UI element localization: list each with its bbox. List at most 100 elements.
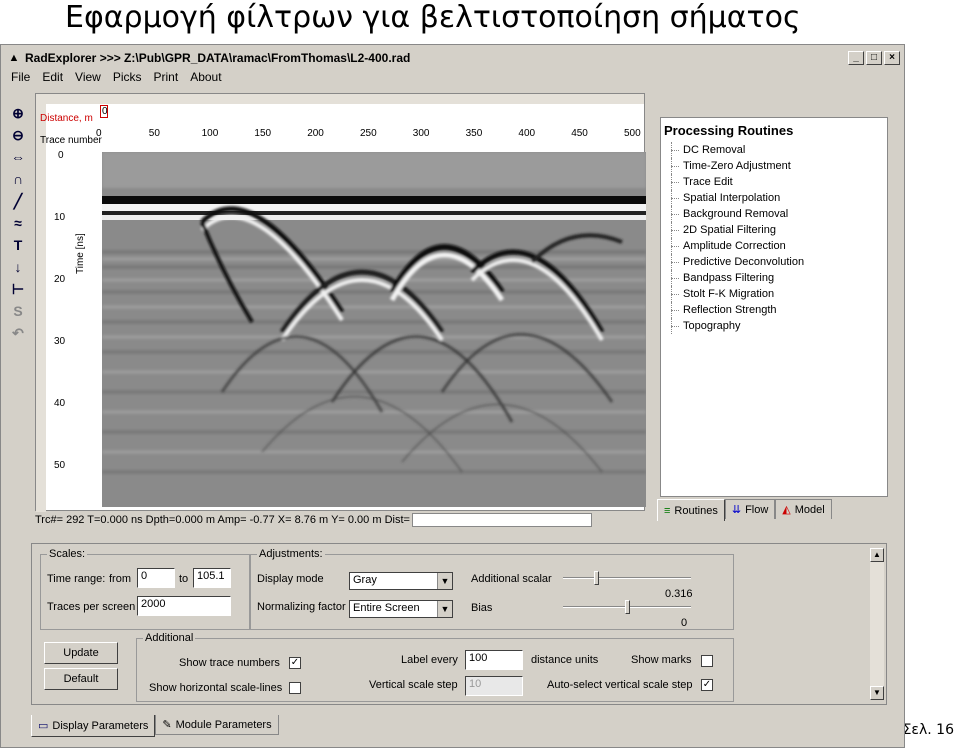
ruler-icon[interactable]: ⇔ — [7, 147, 29, 167]
routine-item[interactable]: Background Removal — [661, 206, 887, 222]
show-trace-numbers-checkbox[interactable]: ✓ — [289, 657, 301, 669]
traces-per-screen-input[interactable]: 2000 — [137, 596, 231, 616]
pick-icon[interactable]: ↓ — [7, 257, 29, 277]
y-tick-label: 30 — [54, 336, 66, 347]
bias-slider-thumb[interactable] — [625, 600, 630, 614]
routine-item[interactable]: Trace Edit — [661, 174, 887, 190]
text-icon[interactable]: T — [7, 235, 29, 255]
tab-model[interactable]: ◭ Model — [775, 499, 832, 519]
menu-view[interactable]: View — [69, 69, 107, 87]
auto-select-checkbox[interactable]: ✓ — [701, 679, 713, 691]
tab-display-parameters[interactable]: ▭ Display Parameters — [31, 715, 156, 737]
window-title: RadExplorer >>> Z:\Pub\GPR_DATA\ramac\Fr… — [25, 51, 411, 65]
zoom-in-icon[interactable]: ⊕ — [7, 103, 29, 123]
tab-flow-label: Flow — [745, 503, 769, 516]
vertical-scrollbar[interactable] — [36, 104, 46, 512]
radargram-svg — [102, 152, 646, 507]
normalizing-select[interactable]: Entire Screen ▼ — [349, 600, 453, 618]
panel-vertical-scrollbar[interactable]: ▲ ▼ — [870, 548, 884, 700]
x-tick-label: 250 — [360, 128, 377, 139]
bias-slider[interactable] — [563, 600, 691, 614]
routine-item[interactable]: Topography — [661, 318, 887, 334]
scalar-slider-track — [563, 577, 691, 579]
scalar-slider[interactable] — [563, 571, 691, 585]
label-every-input[interactable]: 100 — [465, 650, 523, 670]
scroll-up-icon[interactable]: ▲ — [870, 548, 884, 562]
routine-item[interactable]: 2D Spatial Filtering — [661, 222, 887, 238]
adjustments-group: Adjustments: Display mode Gray ▼ Normaliz… — [250, 548, 734, 630]
x-tick-label: 150 — [254, 128, 272, 139]
monitor-icon: ▭ — [38, 720, 49, 732]
menu-picks[interactable]: Picks — [107, 69, 148, 87]
distance-axis-label: Distance, m — [40, 113, 93, 124]
radargram-view: Distance, m 0 Trace number Time [ns] 0 50… — [35, 93, 646, 512]
routine-item[interactable]: Amplitude Correction — [661, 238, 887, 254]
x-tick-label: 450 — [571, 128, 588, 139]
menu-print[interactable]: Print — [148, 69, 185, 87]
tab-model-label: Model — [794, 503, 825, 516]
scroll-down-icon[interactable]: ▼ — [870, 686, 884, 700]
horizontal-scrollbar[interactable] — [36, 94, 644, 104]
routine-item[interactable]: Time-Zero Adjustment — [661, 158, 887, 174]
tab-module-parameters[interactable]: ✎ Module Parameters — [155, 715, 279, 735]
scales-title: Scales: — [47, 548, 88, 560]
bottom-tabs: ▭ Display Parameters ✎ Module Parameters — [31, 715, 279, 737]
default-button[interactable]: Default — [44, 668, 118, 690]
tab-module-parameters-label: Module Parameters — [175, 718, 272, 731]
minimize-button[interactable]: _ — [848, 51, 864, 65]
vertical-step-input[interactable]: 10 — [465, 676, 523, 696]
routine-item[interactable]: Reflection Strength — [661, 302, 887, 318]
line-icon[interactable]: ╱ — [7, 191, 29, 211]
wrench-icon: ✎ — [162, 719, 172, 731]
display-mode-select[interactable]: Gray ▼ — [349, 572, 453, 590]
x-tick-label: 50 — [148, 128, 160, 139]
menu-edit[interactable]: Edit — [36, 69, 69, 87]
s-icon[interactable]: S — [7, 301, 29, 321]
menu-file[interactable]: File — [5, 69, 36, 87]
tool-bar: ⊕ ⊖ ⇔ ∩ ╱ ≈ T ↓ ⊢ S ↶ — [5, 101, 31, 351]
routine-item[interactable]: Spatial Interpolation — [661, 190, 887, 206]
radargram-image[interactable] — [102, 152, 646, 507]
tab-routines-label: Routines — [674, 504, 718, 517]
processing-routines-list: Processing Routines DC Removal Time-Zero… — [660, 117, 888, 497]
distance-input[interactable]: 0 — [100, 105, 108, 118]
time-from-input[interactable]: 0 — [137, 568, 175, 588]
zoom-out-icon[interactable]: ⊖ — [7, 125, 29, 145]
flow-icon: ⇊ — [731, 504, 742, 516]
routine-item[interactable]: Bandpass Filtering — [661, 270, 887, 286]
menu-bar: File Edit View Picks Print About — [5, 69, 228, 87]
tm-icon[interactable]: ⊢ — [7, 279, 29, 299]
undo-icon[interactable]: ↶ — [7, 323, 29, 343]
routine-item[interactable]: DC Removal — [661, 142, 887, 158]
to-label: to — [179, 573, 189, 585]
x-tick-label: 500 — [624, 128, 641, 139]
routine-item[interactable]: Stolt F-K Migration — [661, 286, 887, 302]
y-tick-label: 10 — [54, 212, 66, 223]
normalizing-value: Entire Screen — [353, 602, 420, 614]
time-to-input[interactable]: 105.1 — [193, 568, 231, 588]
update-button[interactable]: Update — [44, 642, 118, 664]
show-marks-checkbox[interactable] — [701, 655, 713, 667]
hyperbola-icon[interactable]: ∩ — [7, 169, 29, 189]
tab-routines[interactable]: ≡ Routines — [657, 499, 725, 521]
slide-page-number: Σελ. 16 — [902, 722, 954, 738]
dist-field — [411, 513, 592, 527]
chevron-down-icon: ▼ — [437, 601, 452, 617]
show-marks-label: Show marks — [631, 654, 692, 666]
show-hscale-checkbox[interactable] — [289, 682, 301, 694]
y-tick-label: 0 — [58, 150, 64, 161]
scalar-slider-thumb[interactable] — [594, 571, 599, 585]
menu-about[interactable]: About — [184, 69, 227, 87]
maximize-button[interactable]: □ — [866, 51, 882, 65]
routine-item[interactable]: Predictive Deconvolution — [661, 254, 887, 270]
display-mode-value: Gray — [353, 574, 377, 586]
tab-flow[interactable]: ⇊ Flow — [724, 499, 776, 519]
close-button[interactable]: × — [884, 51, 900, 65]
label-every-label: Label every — [401, 654, 458, 666]
additional-group: Additional Show trace numbers ✓ Show hor… — [136, 632, 734, 702]
auto-select-label: Auto-select vertical scale step — [547, 679, 693, 691]
trace-axis-label: Trace number — [40, 135, 102, 146]
time-range-label: Time range: — [47, 573, 106, 585]
wiggle-icon[interactable]: ≈ — [7, 213, 29, 233]
x-tick-label: 0 — [96, 128, 102, 139]
